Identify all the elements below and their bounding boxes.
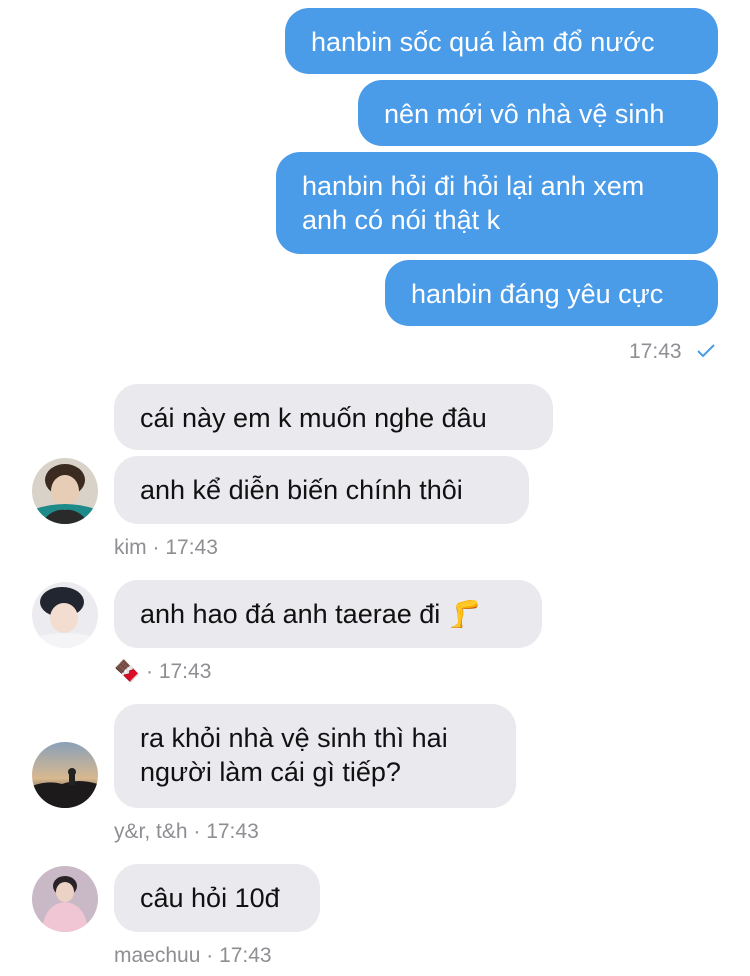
avatar[interactable] bbox=[32, 866, 98, 932]
incoming-message[interactable]: anh kể diễn biến chính thôi bbox=[114, 456, 529, 524]
message-meta: y&r, t&h · 17:43 bbox=[114, 820, 259, 843]
message-text: nên mới vô nhà vệ sinh bbox=[384, 99, 665, 129]
message-text: anh kể diễn biến chính thôi bbox=[140, 475, 463, 505]
incoming-message[interactable]: anh hao đá anh taerae đi 🦵 bbox=[114, 580, 542, 648]
check-icon bbox=[697, 340, 716, 364]
incoming-message[interactable]: cái này em k muốn nghe đâu bbox=[114, 384, 553, 450]
message-meta: 🍫 · 17:43 bbox=[114, 660, 212, 683]
outgoing-message[interactable]: hanbin đáng yêu cực bbox=[385, 260, 718, 326]
message-meta: maechuu · 17:43 bbox=[114, 944, 272, 967]
timestamp: 17:43 bbox=[219, 944, 272, 967]
message-text: hanbin sốc quá làm đổ nước bbox=[311, 27, 655, 57]
timestamp: 17:43 bbox=[158, 660, 212, 683]
message-text: anh hao đá anh taerae đi 🦵 bbox=[140, 599, 482, 629]
sender-name: 🍫 bbox=[114, 660, 141, 683]
outgoing-message[interactable]: hanbin hỏi đi hỏi lại anh xem anh có nói… bbox=[276, 152, 718, 254]
message-text: ra khỏi nhà vệ sinh thì hai người làm cá… bbox=[140, 723, 448, 787]
avatar[interactable] bbox=[32, 582, 98, 648]
sender-name: y&r, t&h bbox=[114, 820, 188, 843]
outgoing-message[interactable]: hanbin sốc quá làm đổ nước bbox=[285, 8, 718, 74]
incoming-message[interactable]: ra khỏi nhà vệ sinh thì hai người làm cá… bbox=[114, 704, 516, 808]
avatar[interactable] bbox=[32, 458, 98, 524]
incoming-message[interactable]: câu hỏi 10đ bbox=[114, 864, 320, 932]
sender-name: kim bbox=[114, 536, 147, 559]
timestamp: 17:43 bbox=[629, 340, 682, 363]
message-text: hanbin hỏi đi hỏi lại anh xem anh có nói… bbox=[302, 171, 645, 235]
timestamp: 17:43 bbox=[206, 820, 259, 843]
outgoing-message[interactable]: nên mới vô nhà vệ sinh bbox=[358, 80, 718, 146]
message-text: cái này em k muốn nghe đâu bbox=[140, 403, 487, 433]
avatar[interactable] bbox=[32, 742, 98, 808]
outgoing-meta: 17:43 bbox=[629, 340, 716, 364]
message-text: câu hỏi 10đ bbox=[140, 883, 280, 913]
message-text: hanbin đáng yêu cực bbox=[411, 279, 664, 309]
timestamp: 17:43 bbox=[165, 536, 218, 559]
message-meta: kim · 17:43 bbox=[114, 536, 218, 559]
sender-name: maechuu bbox=[114, 944, 201, 967]
